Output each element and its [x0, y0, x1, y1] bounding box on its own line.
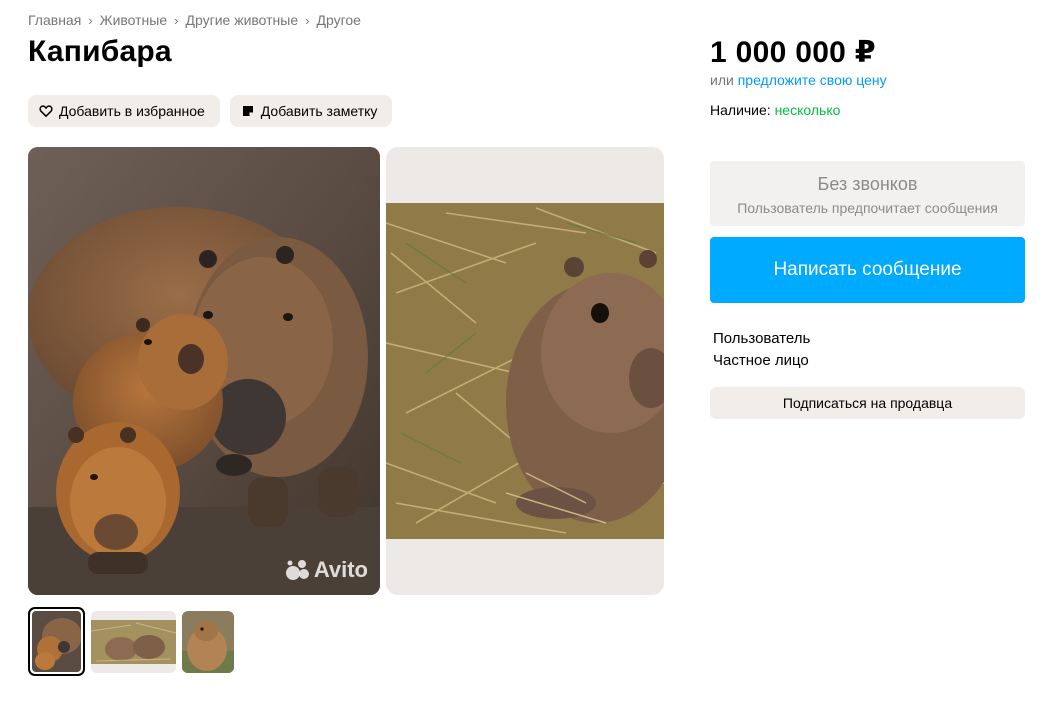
note-icon [241, 104, 255, 118]
add-note-label: Добавить заметку [260, 103, 378, 119]
add-note-button[interactable]: Добавить заметку [229, 95, 393, 127]
listing-actions: Добавить в избранное Добавить заметку [28, 95, 393, 127]
offer-price-link[interactable]: предложите свою цену [738, 72, 887, 88]
capybara-family-image [28, 147, 380, 595]
no-calls-notice: Без звонков Пользователь предпочитает со… [710, 161, 1025, 226]
availability-value: несколько [774, 102, 841, 118]
availability: Наличие: несколько [710, 102, 840, 118]
price: 1 000 000 ₽ [710, 36, 876, 69]
avito-watermark: Avito [285, 557, 368, 583]
add-to-favorites-label: Добавить в избранное [59, 103, 205, 119]
secondary-photo-frame[interactable] [386, 147, 664, 595]
breadcrumb-home[interactable]: Главная [28, 12, 81, 28]
no-calls-title: Без звонков [817, 174, 918, 194]
capybara-in-hay-image [386, 203, 664, 539]
secondary-photo [386, 203, 664, 539]
avito-logo-icon [285, 560, 309, 580]
thumbnail-3-image [182, 610, 234, 673]
write-message-button[interactable]: Написать сообщение [710, 237, 1025, 303]
thumbnail-2-image [91, 610, 176, 673]
thumbnail-2[interactable] [91, 610, 176, 673]
breadcrumb-animals[interactable]: Животные [100, 12, 168, 28]
chevron-right-icon: › [88, 12, 93, 28]
no-calls-subtitle: Пользователь предпочитает сообщения [737, 200, 998, 216]
seller-name[interactable]: Пользователь [713, 330, 810, 347]
chevron-right-icon: › [305, 12, 310, 28]
availability-label: Наличие: [710, 102, 771, 118]
page-title: Капибара [28, 35, 172, 68]
thumbnail-1[interactable] [28, 607, 85, 676]
chevron-right-icon: › [174, 12, 179, 28]
breadcrumb: Главная › Животные › Другие животные › Д… [28, 12, 361, 28]
main-photo[interactable]: Avito [28, 147, 380, 595]
breadcrumb-other[interactable]: Другое [316, 12, 360, 28]
subscribe-seller-button[interactable]: Подписаться на продавца [710, 387, 1025, 419]
breadcrumb-other-animals[interactable]: Другие животные [185, 12, 298, 28]
avito-watermark-text: Avito [313, 557, 368, 582]
seller-type: Частное лицо [713, 352, 809, 369]
heart-icon [39, 104, 53, 118]
thumbnail-3[interactable] [182, 610, 234, 673]
price-offer: или предложите свою цену [710, 72, 887, 88]
thumbnail-strip [28, 607, 234, 676]
price-offer-prefix: или [710, 72, 734, 88]
thumbnail-1-image [32, 611, 81, 672]
add-to-favorites-button[interactable]: Добавить в избранное [28, 95, 220, 127]
